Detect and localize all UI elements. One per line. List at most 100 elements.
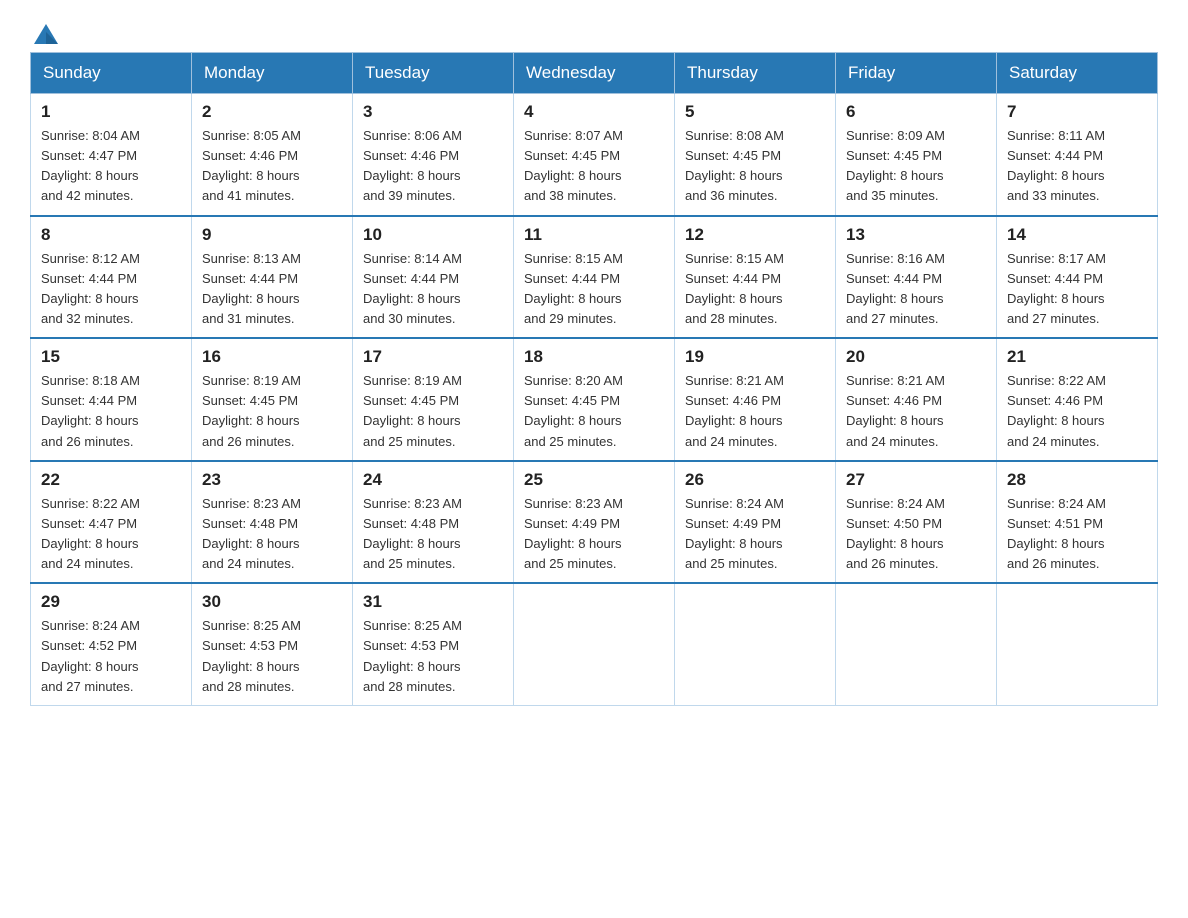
calendar-cell: 22 Sunrise: 8:22 AM Sunset: 4:47 PM Dayl… xyxy=(31,461,192,584)
day-info: Sunrise: 8:19 AM Sunset: 4:45 PM Dayligh… xyxy=(363,371,503,452)
weekday-header-tuesday: Tuesday xyxy=(353,53,514,94)
day-number: 7 xyxy=(1007,102,1147,122)
day-number: 17 xyxy=(363,347,503,367)
day-number: 6 xyxy=(846,102,986,122)
day-number: 11 xyxy=(524,225,664,245)
calendar-cell xyxy=(997,583,1158,705)
calendar-cell: 29 Sunrise: 8:24 AM Sunset: 4:52 PM Dayl… xyxy=(31,583,192,705)
calendar-week-4: 22 Sunrise: 8:22 AM Sunset: 4:47 PM Dayl… xyxy=(31,461,1158,584)
calendar-week-1: 1 Sunrise: 8:04 AM Sunset: 4:47 PM Dayli… xyxy=(31,94,1158,216)
page-header xyxy=(30,20,1158,42)
calendar-cell: 14 Sunrise: 8:17 AM Sunset: 4:44 PM Dayl… xyxy=(997,216,1158,339)
day-info: Sunrise: 8:05 AM Sunset: 4:46 PM Dayligh… xyxy=(202,126,342,207)
day-number: 22 xyxy=(41,470,181,490)
day-number: 24 xyxy=(363,470,503,490)
day-info: Sunrise: 8:25 AM Sunset: 4:53 PM Dayligh… xyxy=(363,616,503,697)
weekday-header-friday: Friday xyxy=(836,53,997,94)
calendar-week-5: 29 Sunrise: 8:24 AM Sunset: 4:52 PM Dayl… xyxy=(31,583,1158,705)
calendar-cell: 31 Sunrise: 8:25 AM Sunset: 4:53 PM Dayl… xyxy=(353,583,514,705)
day-number: 14 xyxy=(1007,225,1147,245)
day-number: 15 xyxy=(41,347,181,367)
calendar-cell: 26 Sunrise: 8:24 AM Sunset: 4:49 PM Dayl… xyxy=(675,461,836,584)
calendar-cell: 6 Sunrise: 8:09 AM Sunset: 4:45 PM Dayli… xyxy=(836,94,997,216)
day-number: 27 xyxy=(846,470,986,490)
calendar-cell: 9 Sunrise: 8:13 AM Sunset: 4:44 PM Dayli… xyxy=(192,216,353,339)
calendar-week-3: 15 Sunrise: 8:18 AM Sunset: 4:44 PM Dayl… xyxy=(31,338,1158,461)
day-info: Sunrise: 8:25 AM Sunset: 4:53 PM Dayligh… xyxy=(202,616,342,697)
calendar-cell: 15 Sunrise: 8:18 AM Sunset: 4:44 PM Dayl… xyxy=(31,338,192,461)
day-number: 8 xyxy=(41,225,181,245)
day-number: 25 xyxy=(524,470,664,490)
calendar-cell: 8 Sunrise: 8:12 AM Sunset: 4:44 PM Dayli… xyxy=(31,216,192,339)
calendar-cell: 27 Sunrise: 8:24 AM Sunset: 4:50 PM Dayl… xyxy=(836,461,997,584)
day-info: Sunrise: 8:18 AM Sunset: 4:44 PM Dayligh… xyxy=(41,371,181,452)
logo-icon xyxy=(32,20,60,48)
weekday-header-monday: Monday xyxy=(192,53,353,94)
day-number: 13 xyxy=(846,225,986,245)
day-info: Sunrise: 8:24 AM Sunset: 4:52 PM Dayligh… xyxy=(41,616,181,697)
day-info: Sunrise: 8:23 AM Sunset: 4:49 PM Dayligh… xyxy=(524,494,664,575)
day-info: Sunrise: 8:14 AM Sunset: 4:44 PM Dayligh… xyxy=(363,249,503,330)
calendar-cell: 11 Sunrise: 8:15 AM Sunset: 4:44 PM Dayl… xyxy=(514,216,675,339)
logo xyxy=(30,20,60,42)
calendar-cell: 16 Sunrise: 8:19 AM Sunset: 4:45 PM Dayl… xyxy=(192,338,353,461)
calendar-cell: 4 Sunrise: 8:07 AM Sunset: 4:45 PM Dayli… xyxy=(514,94,675,216)
calendar-cell: 7 Sunrise: 8:11 AM Sunset: 4:44 PM Dayli… xyxy=(997,94,1158,216)
day-number: 5 xyxy=(685,102,825,122)
calendar-cell: 1 Sunrise: 8:04 AM Sunset: 4:47 PM Dayli… xyxy=(31,94,192,216)
day-info: Sunrise: 8:22 AM Sunset: 4:46 PM Dayligh… xyxy=(1007,371,1147,452)
day-number: 3 xyxy=(363,102,503,122)
day-number: 9 xyxy=(202,225,342,245)
day-info: Sunrise: 8:20 AM Sunset: 4:45 PM Dayligh… xyxy=(524,371,664,452)
weekday-header-sunday: Sunday xyxy=(31,53,192,94)
day-number: 2 xyxy=(202,102,342,122)
day-number: 12 xyxy=(685,225,825,245)
day-number: 16 xyxy=(202,347,342,367)
calendar-cell: 17 Sunrise: 8:19 AM Sunset: 4:45 PM Dayl… xyxy=(353,338,514,461)
day-number: 1 xyxy=(41,102,181,122)
day-info: Sunrise: 8:21 AM Sunset: 4:46 PM Dayligh… xyxy=(685,371,825,452)
day-info: Sunrise: 8:13 AM Sunset: 4:44 PM Dayligh… xyxy=(202,249,342,330)
calendar-cell: 20 Sunrise: 8:21 AM Sunset: 4:46 PM Dayl… xyxy=(836,338,997,461)
calendar-cell: 5 Sunrise: 8:08 AM Sunset: 4:45 PM Dayli… xyxy=(675,94,836,216)
day-number: 23 xyxy=(202,470,342,490)
calendar-table: SundayMondayTuesdayWednesdayThursdayFrid… xyxy=(30,52,1158,706)
calendar-cell xyxy=(514,583,675,705)
day-info: Sunrise: 8:09 AM Sunset: 4:45 PM Dayligh… xyxy=(846,126,986,207)
day-number: 4 xyxy=(524,102,664,122)
day-info: Sunrise: 8:19 AM Sunset: 4:45 PM Dayligh… xyxy=(202,371,342,452)
calendar-week-2: 8 Sunrise: 8:12 AM Sunset: 4:44 PM Dayli… xyxy=(31,216,1158,339)
day-info: Sunrise: 8:23 AM Sunset: 4:48 PM Dayligh… xyxy=(202,494,342,575)
calendar-cell: 25 Sunrise: 8:23 AM Sunset: 4:49 PM Dayl… xyxy=(514,461,675,584)
calendar-cell xyxy=(675,583,836,705)
day-info: Sunrise: 8:12 AM Sunset: 4:44 PM Dayligh… xyxy=(41,249,181,330)
day-number: 18 xyxy=(524,347,664,367)
calendar-cell: 10 Sunrise: 8:14 AM Sunset: 4:44 PM Dayl… xyxy=(353,216,514,339)
day-info: Sunrise: 8:24 AM Sunset: 4:49 PM Dayligh… xyxy=(685,494,825,575)
calendar-cell: 18 Sunrise: 8:20 AM Sunset: 4:45 PM Dayl… xyxy=(514,338,675,461)
day-number: 29 xyxy=(41,592,181,612)
day-info: Sunrise: 8:08 AM Sunset: 4:45 PM Dayligh… xyxy=(685,126,825,207)
day-number: 30 xyxy=(202,592,342,612)
day-number: 19 xyxy=(685,347,825,367)
day-info: Sunrise: 8:22 AM Sunset: 4:47 PM Dayligh… xyxy=(41,494,181,575)
weekday-header-saturday: Saturday xyxy=(997,53,1158,94)
calendar-cell: 30 Sunrise: 8:25 AM Sunset: 4:53 PM Dayl… xyxy=(192,583,353,705)
calendar-cell: 2 Sunrise: 8:05 AM Sunset: 4:46 PM Dayli… xyxy=(192,94,353,216)
calendar-cell xyxy=(836,583,997,705)
weekday-header-thursday: Thursday xyxy=(675,53,836,94)
day-info: Sunrise: 8:11 AM Sunset: 4:44 PM Dayligh… xyxy=(1007,126,1147,207)
day-info: Sunrise: 8:15 AM Sunset: 4:44 PM Dayligh… xyxy=(685,249,825,330)
day-info: Sunrise: 8:16 AM Sunset: 4:44 PM Dayligh… xyxy=(846,249,986,330)
day-info: Sunrise: 8:17 AM Sunset: 4:44 PM Dayligh… xyxy=(1007,249,1147,330)
day-info: Sunrise: 8:06 AM Sunset: 4:46 PM Dayligh… xyxy=(363,126,503,207)
day-info: Sunrise: 8:15 AM Sunset: 4:44 PM Dayligh… xyxy=(524,249,664,330)
day-info: Sunrise: 8:24 AM Sunset: 4:51 PM Dayligh… xyxy=(1007,494,1147,575)
day-number: 10 xyxy=(363,225,503,245)
day-number: 28 xyxy=(1007,470,1147,490)
day-number: 26 xyxy=(685,470,825,490)
calendar-cell: 3 Sunrise: 8:06 AM Sunset: 4:46 PM Dayli… xyxy=(353,94,514,216)
calendar-cell: 21 Sunrise: 8:22 AM Sunset: 4:46 PM Dayl… xyxy=(997,338,1158,461)
day-info: Sunrise: 8:23 AM Sunset: 4:48 PM Dayligh… xyxy=(363,494,503,575)
day-number: 21 xyxy=(1007,347,1147,367)
